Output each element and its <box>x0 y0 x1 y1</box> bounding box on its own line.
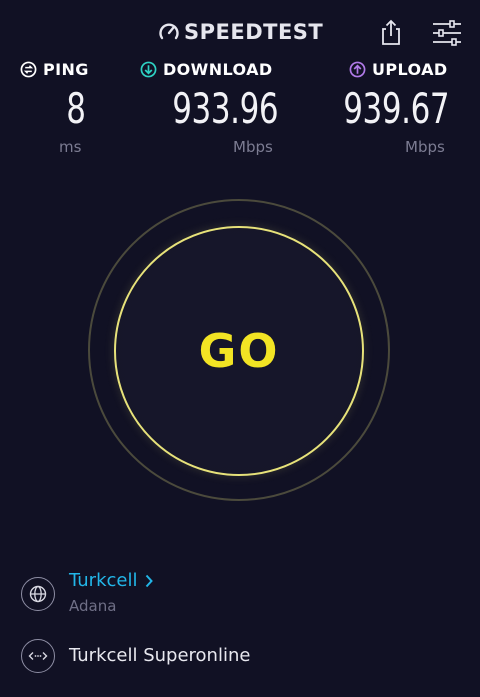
provider-link[interactable]: Turkcell <box>69 570 154 591</box>
upload-metric: UPLOAD <box>349 60 448 79</box>
globe-icon <box>29 585 47 603</box>
ping-unit: ms <box>59 138 82 156</box>
settings-button[interactable] <box>431 20 463 46</box>
ping-value: 8 <box>66 84 87 133</box>
download-header: DOWNLOAD <box>140 60 273 79</box>
download-metric: DOWNLOAD <box>140 60 273 79</box>
speedtest-logo: SPEEDTEST <box>158 20 323 44</box>
upload-value: 939.67 <box>343 84 449 133</box>
download-icon <box>140 61 157 78</box>
download-label: DOWNLOAD <box>163 60 273 79</box>
chevron-right-icon <box>146 574 154 587</box>
download-unit: Mbps <box>233 138 273 156</box>
ping-icon <box>20 61 37 78</box>
speedtest-app: SPEEDTEST PING 8 ms DOWNLOAD 933.96 Mbps… <box>0 0 480 697</box>
ping-label: PING <box>43 60 89 79</box>
go-label: GO <box>198 324 280 378</box>
download-value: 933.96 <box>172 84 278 133</box>
upload-icon <box>349 61 366 78</box>
connection-icon <box>28 652 48 660</box>
globe-icon-circle <box>21 577 55 611</box>
ping-header: PING <box>20 60 89 79</box>
upload-unit: Mbps <box>405 138 445 156</box>
ping-metric: PING <box>20 60 89 79</box>
provider-location: Adana <box>69 597 117 615</box>
provider-name: Turkcell <box>69 570 138 591</box>
share-icon <box>382 19 400 45</box>
server-name[interactable]: Turkcell Superonline <box>69 645 250 666</box>
share-button[interactable] <box>378 18 404 46</box>
logo-text: SPEEDTEST <box>184 20 324 44</box>
go-button[interactable]: GO <box>114 226 364 476</box>
server-icon-circle <box>21 639 55 673</box>
sliders-icon <box>433 20 461 46</box>
speedometer-icon <box>159 23 179 40</box>
upload-header: UPLOAD <box>349 60 448 79</box>
upload-label: UPLOAD <box>372 60 448 79</box>
header: SPEEDTEST <box>0 0 480 62</box>
